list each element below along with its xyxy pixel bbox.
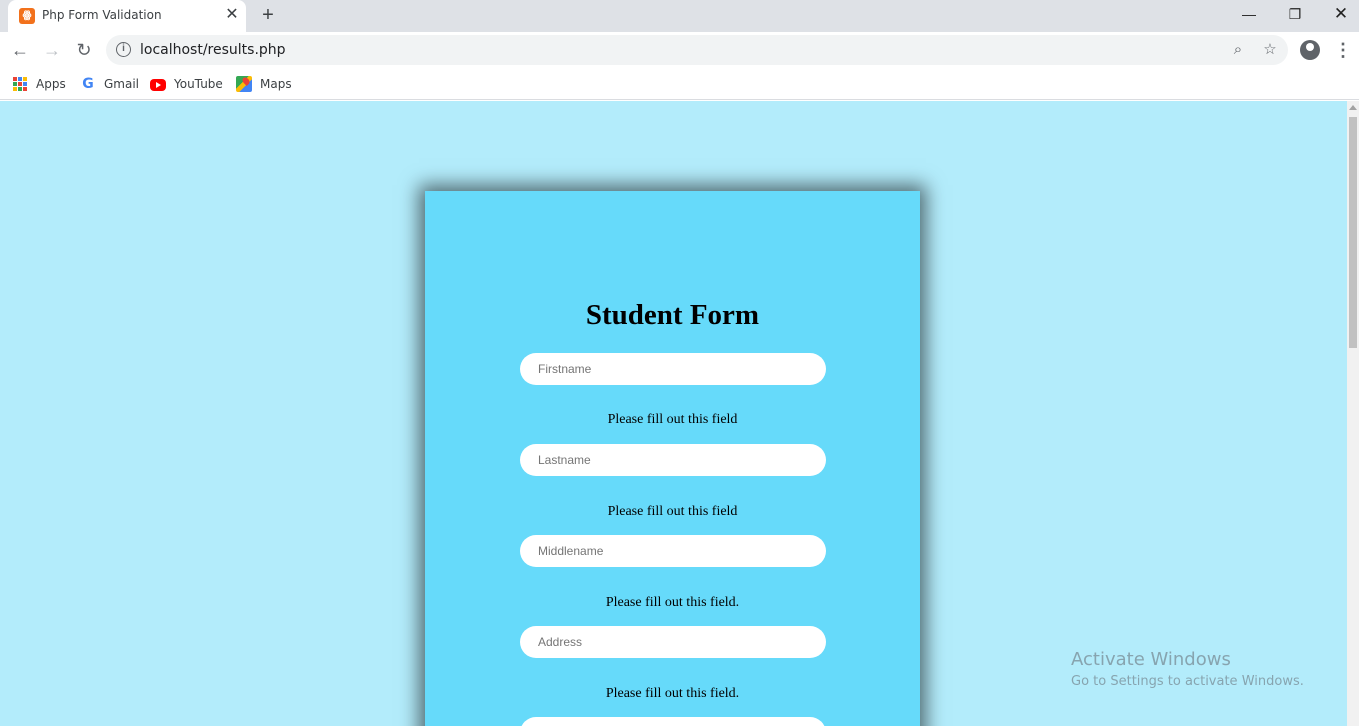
tab-strip: ꙮ Php Form Validation ✕ + — ❐ ✕ (0, 0, 1359, 32)
forward-icon[interactable]: → (40, 38, 64, 62)
middlename-input[interactable] (520, 535, 826, 567)
restore-icon[interactable]: ❐ (1272, 0, 1318, 30)
bookmark-star-icon[interactable]: ☆ (1260, 40, 1280, 60)
google-icon: G (82, 76, 94, 92)
browser-toolbar: ← → ↻ i localhost/results.php ⌕ ☆ ⋮ (0, 32, 1359, 68)
maps-icon (236, 76, 252, 92)
watermark-subtitle: Go to Settings to activate Windows. (1071, 674, 1304, 689)
reload-icon[interactable]: ↻ (72, 38, 96, 62)
address-bar[interactable]: i localhost/results.php ⌕ ☆ (106, 35, 1288, 65)
profile-icon[interactable] (1300, 40, 1320, 60)
form-title: Student Form (585, 299, 760, 331)
vertical-scrollbar[interactable] (1347, 101, 1359, 726)
scroll-thumb[interactable] (1349, 117, 1357, 348)
bookmark-label: YouTube (174, 77, 223, 91)
address-error: Please fill out this field. (605, 686, 740, 701)
info-icon[interactable]: i (116, 42, 131, 57)
bookmark-youtube[interactable]: YouTube (150, 74, 223, 94)
activate-windows-watermark: Activate Windows Go to Settings to activ… (1071, 649, 1304, 689)
page-content: Student Form Please fill out this field … (0, 101, 1347, 726)
bookmark-gmail[interactable]: G Gmail (80, 74, 139, 94)
close-tab-icon[interactable]: ✕ (223, 5, 241, 25)
lastname-input[interactable] (520, 444, 826, 476)
firstname-input[interactable] (520, 353, 826, 385)
watermark-title: Activate Windows (1071, 649, 1231, 670)
scroll-up-arrow-icon[interactable] (1349, 105, 1357, 110)
bookmarks-bar: Apps G Gmail YouTube Maps (0, 68, 1359, 100)
bookmark-maps[interactable]: Maps (236, 74, 292, 94)
next-field-input[interactable] (520, 717, 826, 726)
bookmark-apps[interactable]: Apps (12, 74, 66, 94)
bookmark-label: Gmail (104, 77, 140, 91)
url-text: localhost/results.php (140, 42, 286, 58)
tab-title: Php Form Validation (42, 8, 162, 22)
apps-grid-icon (12, 76, 28, 92)
browser-tab[interactable]: ꙮ Php Form Validation ✕ (8, 0, 246, 32)
bookmark-label: Apps (36, 77, 66, 91)
lastname-error: Please fill out this field (607, 504, 738, 519)
back-icon[interactable]: ← (8, 38, 32, 62)
student-form-card: Student Form Please fill out this field … (425, 191, 920, 726)
minimize-icon[interactable]: — (1226, 0, 1272, 30)
middlename-error: Please fill out this field. (605, 595, 740, 610)
xampp-icon: ꙮ (19, 8, 35, 24)
new-tab-icon[interactable]: + (258, 4, 278, 26)
youtube-icon (150, 79, 166, 91)
firstname-error: Please fill out this field (607, 412, 738, 427)
zoom-icon[interactable]: ⌕ (1228, 40, 1248, 60)
bookmark-label: Maps (260, 77, 292, 91)
close-window-icon[interactable]: ✕ (1318, 0, 1359, 30)
menu-icon[interactable]: ⋮ (1334, 38, 1352, 62)
address-input[interactable] (520, 626, 826, 658)
